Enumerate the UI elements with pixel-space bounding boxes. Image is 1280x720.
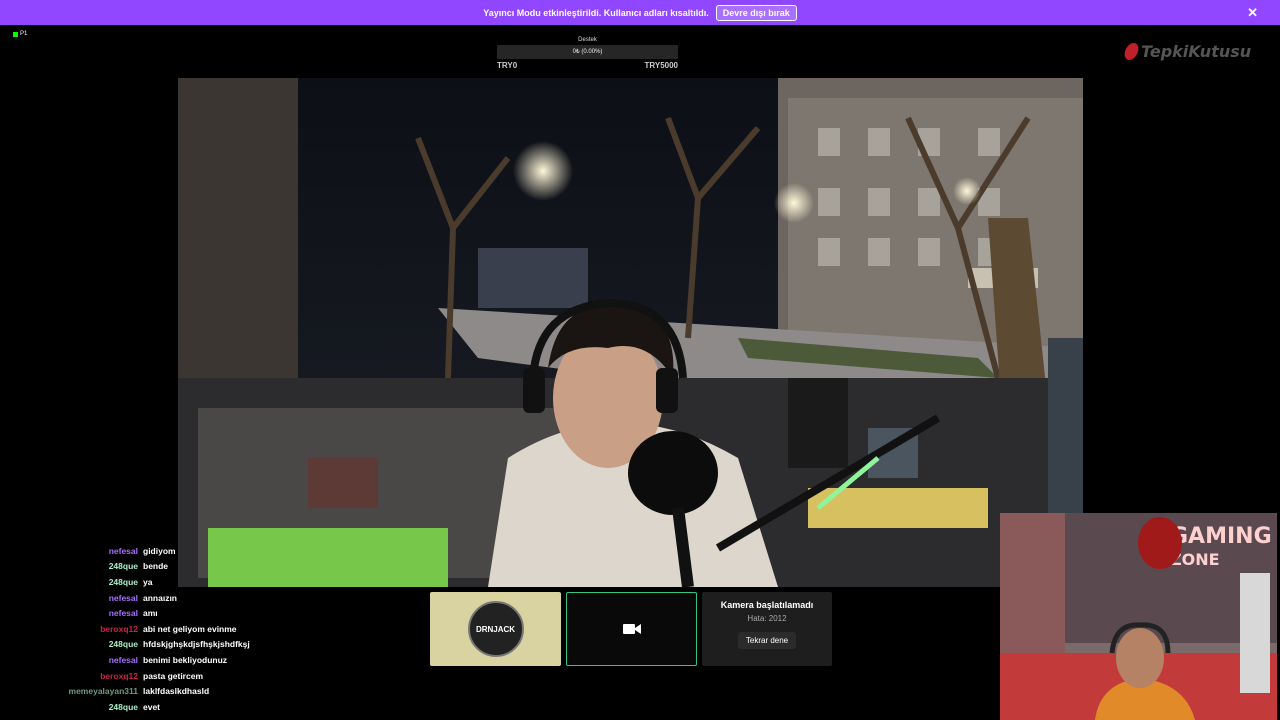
channel-badge-card[interactable]: DRNJACK [430, 592, 561, 666]
chat-username: beroxq12 [100, 670, 138, 681]
chat-username: nefesal [108, 608, 138, 619]
secondary-camera-feed: GAMING ZONE [1000, 513, 1277, 720]
disable-streamer-mode-button[interactable]: Devre dışı bırak [715, 4, 797, 21]
goal-progress-bar: 0₺ (0.00%) [497, 45, 678, 59]
camera-error-card: Kamera başlatılamadı Hata: 2012 Tekrar d… [702, 592, 832, 666]
chat-message: beroxq12 abi net geliyom evinme [0, 621, 300, 637]
streamer-mode-banner: Yayıncı Modu etkinleştirildi. Kullanıcı … [0, 0, 1280, 25]
chat-username: 248que [108, 576, 138, 587]
chat-username: beroxq12 [100, 623, 138, 634]
live-icon [13, 31, 18, 37]
goal-max: TRY5000 [644, 61, 679, 70]
chat-message: nefesal benimi bekliyodunuz [0, 652, 300, 668]
camera-error-code: Hata: 2012 [747, 614, 787, 623]
chat-message: beroxq12 pasta getircem [0, 668, 300, 684]
brand-logo: TepkiKutusu [1122, 42, 1252, 61]
goal-progress-text: 0₺ (0.00%) [572, 49, 603, 55]
chat-message: 248que evet [0, 699, 300, 715]
chat-text: benimi bekliyodunuz [143, 654, 228, 665]
channel-logo: DRNJACK [467, 601, 524, 657]
live-indicator: P1 [13, 31, 27, 37]
goal-label: Destek [578, 37, 597, 43]
chat-username: memeyalayan311 [68, 686, 138, 697]
chat-message: nefesal amı [0, 605, 300, 621]
chat-username: 248que [108, 639, 138, 650]
goal-min: TRY0 [497, 61, 518, 70]
chat-username: nefesal [108, 592, 138, 603]
chat-message: nefesal annaızın [0, 590, 300, 606]
camera-card[interactable] [566, 592, 697, 666]
chat-text: bende [143, 561, 169, 572]
chat-text: ya [143, 576, 153, 587]
chat-message: 248que bende [0, 559, 300, 575]
chat-text: gidiyom [143, 545, 176, 556]
chat-message: nefesal gidiyom [0, 543, 300, 559]
chat-message: memeyalayan311 laklfdaslkdhasld [0, 683, 300, 699]
brand-logo-icon [1122, 43, 1141, 60]
camera-source-cards: DRNJACK Kamera başlatılamadı Hata: 2012 … [430, 592, 832, 666]
retry-button[interactable]: Tekrar dene [737, 632, 797, 649]
chat-text: laklfdaslkdhasld [143, 686, 210, 697]
chat-overlay: nefesal gidiyom 248que bende 248que ya nefe… [0, 543, 300, 715]
chat-username: 248que [108, 701, 138, 712]
camera-error-title: Kamera başlatılamadı [720, 600, 814, 610]
donation-goal: Destek 0₺ (0.00%) TRY0 TRY5000 [497, 35, 678, 70]
chat-message: 248que ya [0, 574, 300, 590]
banner-text: Yayıncı Modu etkinleştirildi. Kullanıcı … [483, 7, 709, 18]
chat-text: amı [143, 608, 158, 619]
chat-text: hfdskjghşkdjsfhşkjshdfkşj [143, 639, 250, 650]
gaming-zone-neon-sign: GAMING [1170, 524, 1272, 549]
chat-message: 248que hfdskjghşkdjsfhşkjshdfkşj [0, 637, 300, 653]
chat-text: pasta getircem [143, 670, 203, 681]
main-camera-feed [178, 78, 1083, 587]
video-camera-icon [622, 624, 641, 634]
chat-username: nefesal [108, 545, 138, 556]
chat-username: nefesal [108, 654, 138, 665]
main-camera-image [178, 78, 1083, 587]
chat-username: 248que [108, 561, 138, 572]
chat-text: annaızın [143, 592, 178, 603]
close-icon[interactable]: ✕ [1247, 5, 1258, 21]
chat-text: abi net geliyom evinme [143, 623, 237, 634]
live-indicator-label: P1 [20, 31, 28, 37]
brand-logo-text: TepkiKutusu [1141, 42, 1252, 61]
chat-text: evet [143, 701, 161, 712]
secondary-camera-image: GAMING ZONE [1000, 513, 1277, 720]
